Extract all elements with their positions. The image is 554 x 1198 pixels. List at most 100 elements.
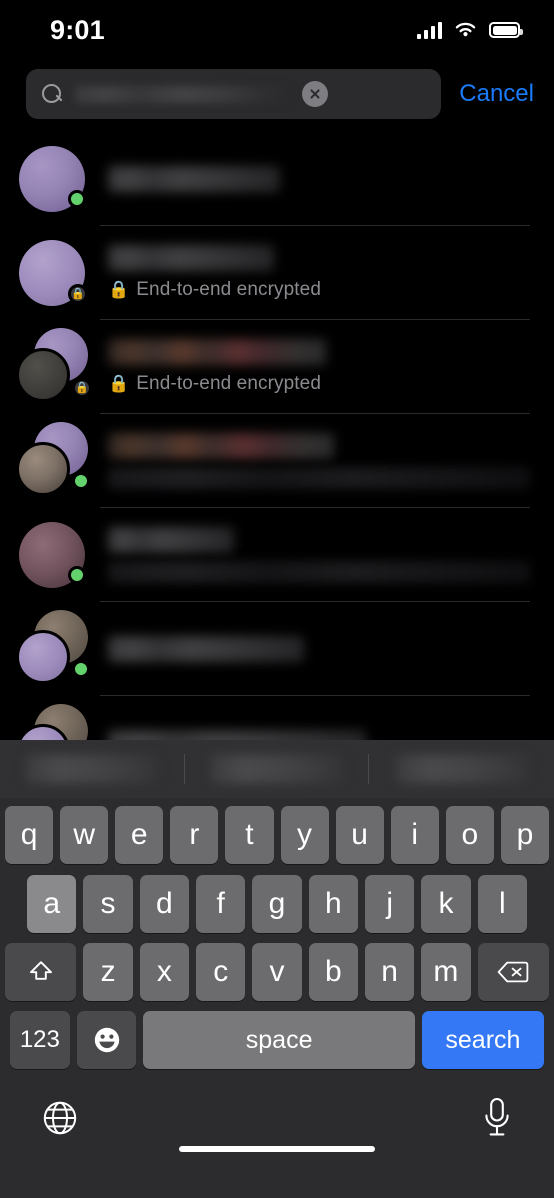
- search-query-text: [75, 85, 290, 103]
- key-s[interactable]: s: [83, 875, 133, 933]
- online-status-icon: [72, 660, 90, 678]
- message-preview: [108, 561, 530, 583]
- key-q[interactable]: q: [5, 806, 54, 864]
- key-n[interactable]: n: [364, 943, 415, 1001]
- keyboard-row-3: z x c v b n m: [0, 934, 554, 1002]
- list-item[interactable]: [0, 508, 554, 602]
- search-input[interactable]: [26, 69, 442, 119]
- key-d[interactable]: d: [139, 875, 189, 933]
- keyboard-row-2: a s d f g h j k l: [0, 866, 554, 934]
- key-k[interactable]: k: [421, 875, 471, 933]
- key-o[interactable]: o: [445, 806, 494, 864]
- online-status-icon: [68, 566, 86, 584]
- key-c[interactable]: c: [196, 943, 246, 1001]
- keyboard-row-1: q w e r t y u i o p: [0, 798, 554, 866]
- online-status-icon: [72, 472, 90, 490]
- key-y[interactable]: y: [280, 806, 329, 864]
- battery-full-icon: [489, 22, 523, 38]
- key-a[interactable]: a: [27, 875, 77, 933]
- list-item-content: 🔒 End-to-end encrypted: [108, 339, 530, 395]
- key-t[interactable]: t: [225, 806, 274, 864]
- avatar: [16, 516, 94, 594]
- microphone-icon[interactable]: [480, 1096, 514, 1140]
- lock-badge-icon: 🔒: [72, 378, 92, 398]
- avatar: [16, 422, 94, 500]
- contact-name: [108, 527, 234, 553]
- list-item-content: [108, 433, 530, 489]
- lock-badge-icon: 🔒: [68, 284, 88, 304]
- status-bar-indicators: [416, 21, 523, 39]
- key-j[interactable]: j: [364, 875, 415, 933]
- avatar: [16, 140, 94, 218]
- list-item-content: [108, 527, 530, 583]
- list-item[interactable]: [0, 414, 554, 508]
- key-m[interactable]: m: [421, 943, 471, 1001]
- list-item-content: [108, 166, 530, 192]
- key-h[interactable]: h: [308, 875, 358, 933]
- key-v[interactable]: v: [252, 943, 302, 1001]
- key-b[interactable]: b: [308, 943, 358, 1001]
- key-f[interactable]: f: [196, 875, 246, 933]
- chat-list[interactable]: 🔒 🔒 End-to-end encrypted 🔒 🔒 End-to-end …: [0, 132, 554, 740]
- space-key[interactable]: space: [143, 1011, 415, 1069]
- backspace-delete-icon: [497, 960, 529, 984]
- search-key[interactable]: search: [421, 1011, 544, 1069]
- shift-arrow-icon: [28, 959, 54, 985]
- list-item[interactable]: [0, 696, 554, 740]
- list-item-content: 🔒 End-to-end encrypted: [108, 245, 530, 301]
- contact-name: [108, 245, 274, 271]
- cancel-button[interactable]: Cancel: [455, 80, 538, 108]
- search-bar: Cancel: [0, 68, 554, 120]
- key-p[interactable]: p: [500, 806, 549, 864]
- shift-key[interactable]: [5, 943, 77, 1001]
- list-item[interactable]: [0, 602, 554, 696]
- clear-icon[interactable]: [302, 81, 328, 107]
- list-item-content: [108, 730, 530, 740]
- status-bar: 9:01: [0, 0, 554, 60]
- search-icon: [42, 83, 63, 105]
- lock-icon: 🔒: [108, 374, 130, 393]
- list-item[interactable]: 🔒 🔒 End-to-end encrypted: [0, 320, 554, 414]
- contact-name: [108, 433, 334, 459]
- backspace-key[interactable]: [477, 943, 550, 1001]
- cellular-bars-icon: [416, 21, 442, 39]
- encrypted-text: End-to-end encrypted: [136, 279, 322, 300]
- key-e[interactable]: e: [115, 806, 164, 864]
- globe-language-icon[interactable]: [40, 1098, 80, 1138]
- home-indicator: [179, 1146, 375, 1152]
- key-w[interactable]: w: [60, 806, 109, 864]
- key-i[interactable]: i: [390, 806, 439, 864]
- contact-name: [108, 730, 366, 740]
- message-preview: [108, 467, 530, 489]
- key-x[interactable]: x: [139, 943, 190, 1001]
- encrypted-text: End-to-end encrypted: [136, 373, 322, 394]
- suggestion-1[interactable]: [0, 740, 185, 798]
- key-l[interactable]: l: [477, 875, 527, 933]
- keyboard-bottom-bar: [0, 1070, 554, 1166]
- avatar: 🔒: [16, 328, 94, 406]
- key-z[interactable]: z: [83, 943, 133, 1001]
- list-item[interactable]: 🔒 🔒 End-to-end encrypted: [0, 226, 554, 320]
- key-u[interactable]: u: [335, 806, 384, 864]
- key-r[interactable]: r: [170, 806, 219, 864]
- contact-name: [108, 636, 304, 662]
- keyboard-row-4: 123 space search: [0, 1002, 554, 1070]
- predictive-text-bar[interactable]: [0, 740, 554, 798]
- encrypted-label: 🔒 End-to-end encrypted: [108, 373, 530, 395]
- lock-icon: 🔒: [108, 280, 130, 299]
- on-screen-keyboard[interactable]: q w e r t y u i o p a s d f g h j k l z …: [0, 740, 554, 1198]
- contact-name: [108, 166, 280, 192]
- list-item[interactable]: [0, 132, 554, 226]
- wifi-icon: [455, 22, 476, 37]
- key-g[interactable]: g: [252, 875, 302, 933]
- suggestion-3[interactable]: [369, 740, 554, 798]
- online-status-icon: [68, 190, 86, 208]
- numbers-key[interactable]: 123: [10, 1011, 70, 1069]
- avatar: 🔒: [16, 234, 94, 312]
- list-item-content: [108, 636, 530, 662]
- avatar: [16, 610, 94, 688]
- emoji-smiley-icon[interactable]: [76, 1011, 137, 1069]
- avatar: [16, 704, 94, 740]
- suggestion-2[interactable]: [185, 740, 370, 798]
- status-bar-clock: 9:01: [50, 14, 105, 45]
